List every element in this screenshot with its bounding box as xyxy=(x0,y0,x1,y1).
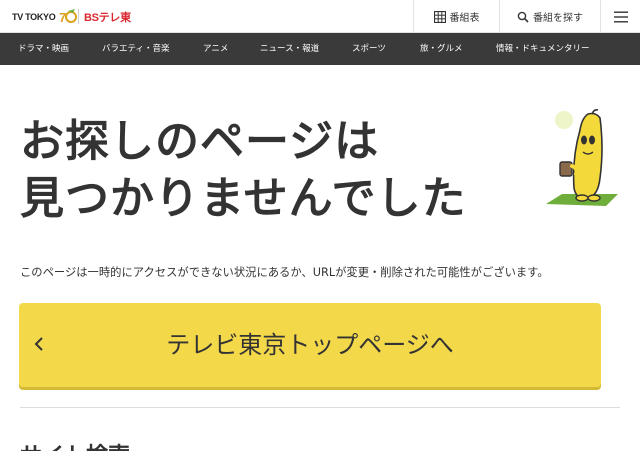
menu-button[interactable] xyxy=(600,0,640,33)
nav-item-travel-gourmet[interactable]: 旅・グルメ xyxy=(420,33,463,65)
site-header: TV TOKYO 7 BSテレ東 番組表 番組を探す xyxy=(0,0,640,33)
search-icon xyxy=(517,11,529,23)
bs-tv-tokyo-logo[interactable]: BSテレ東 xyxy=(84,9,131,25)
top-page-button-label: テレビ東京トップページへ xyxy=(166,331,454,359)
nav-item-drama-movie[interactable]: ドラマ・映画 xyxy=(18,33,69,65)
page-title-line1: お探しのページは xyxy=(20,116,380,167)
nav-item-anime[interactable]: アニメ xyxy=(203,33,228,65)
nanana-mascot-icon xyxy=(546,109,618,206)
schedule-button[interactable]: 番組表 xyxy=(413,0,499,33)
page-title-line2: 見つかりませんでした xyxy=(20,173,467,224)
search-programs-label: 番組を探す xyxy=(533,13,583,24)
grid-icon xyxy=(433,10,446,23)
tv-tokyo-logo[interactable]: TV TOKYO 7 xyxy=(12,8,78,26)
site-search-heading: サイト検索 xyxy=(20,438,130,451)
top-page-button[interactable]: テレビ東京トップページへ xyxy=(19,303,601,387)
nav-item-sports[interactable]: スポーツ xyxy=(352,33,386,65)
nav-item-info-documentary[interactable]: 情報・ドキュメンタリー xyxy=(496,33,590,65)
section-divider xyxy=(20,407,620,408)
genre-nav: ドラマ・映画 バラエティ・音楽 アニメ ニュース・報道 スポーツ 旅・グルメ 情… xyxy=(0,33,640,65)
nav-item-news[interactable]: ニュース・報道 xyxy=(260,33,319,65)
hamburger-menu-icon xyxy=(613,11,628,22)
schedule-button-label: 番組表 xyxy=(449,13,480,24)
search-programs-button[interactable]: 番組を探す xyxy=(499,0,600,33)
tv-tokyo-logo-text: TV TOKYO xyxy=(12,12,56,22)
nav-item-variety-music[interactable]: バラエティ・音楽 xyxy=(102,33,170,65)
page-title: お探しのページは 見つかりませんでした xyxy=(20,113,540,227)
anniversary-70-logo-icon: 7 xyxy=(59,9,78,25)
logo-divider xyxy=(78,9,79,24)
error-message: このページは一時的にアクセスができない状況にあるか、URLが変更・削除された可能… xyxy=(20,266,549,279)
